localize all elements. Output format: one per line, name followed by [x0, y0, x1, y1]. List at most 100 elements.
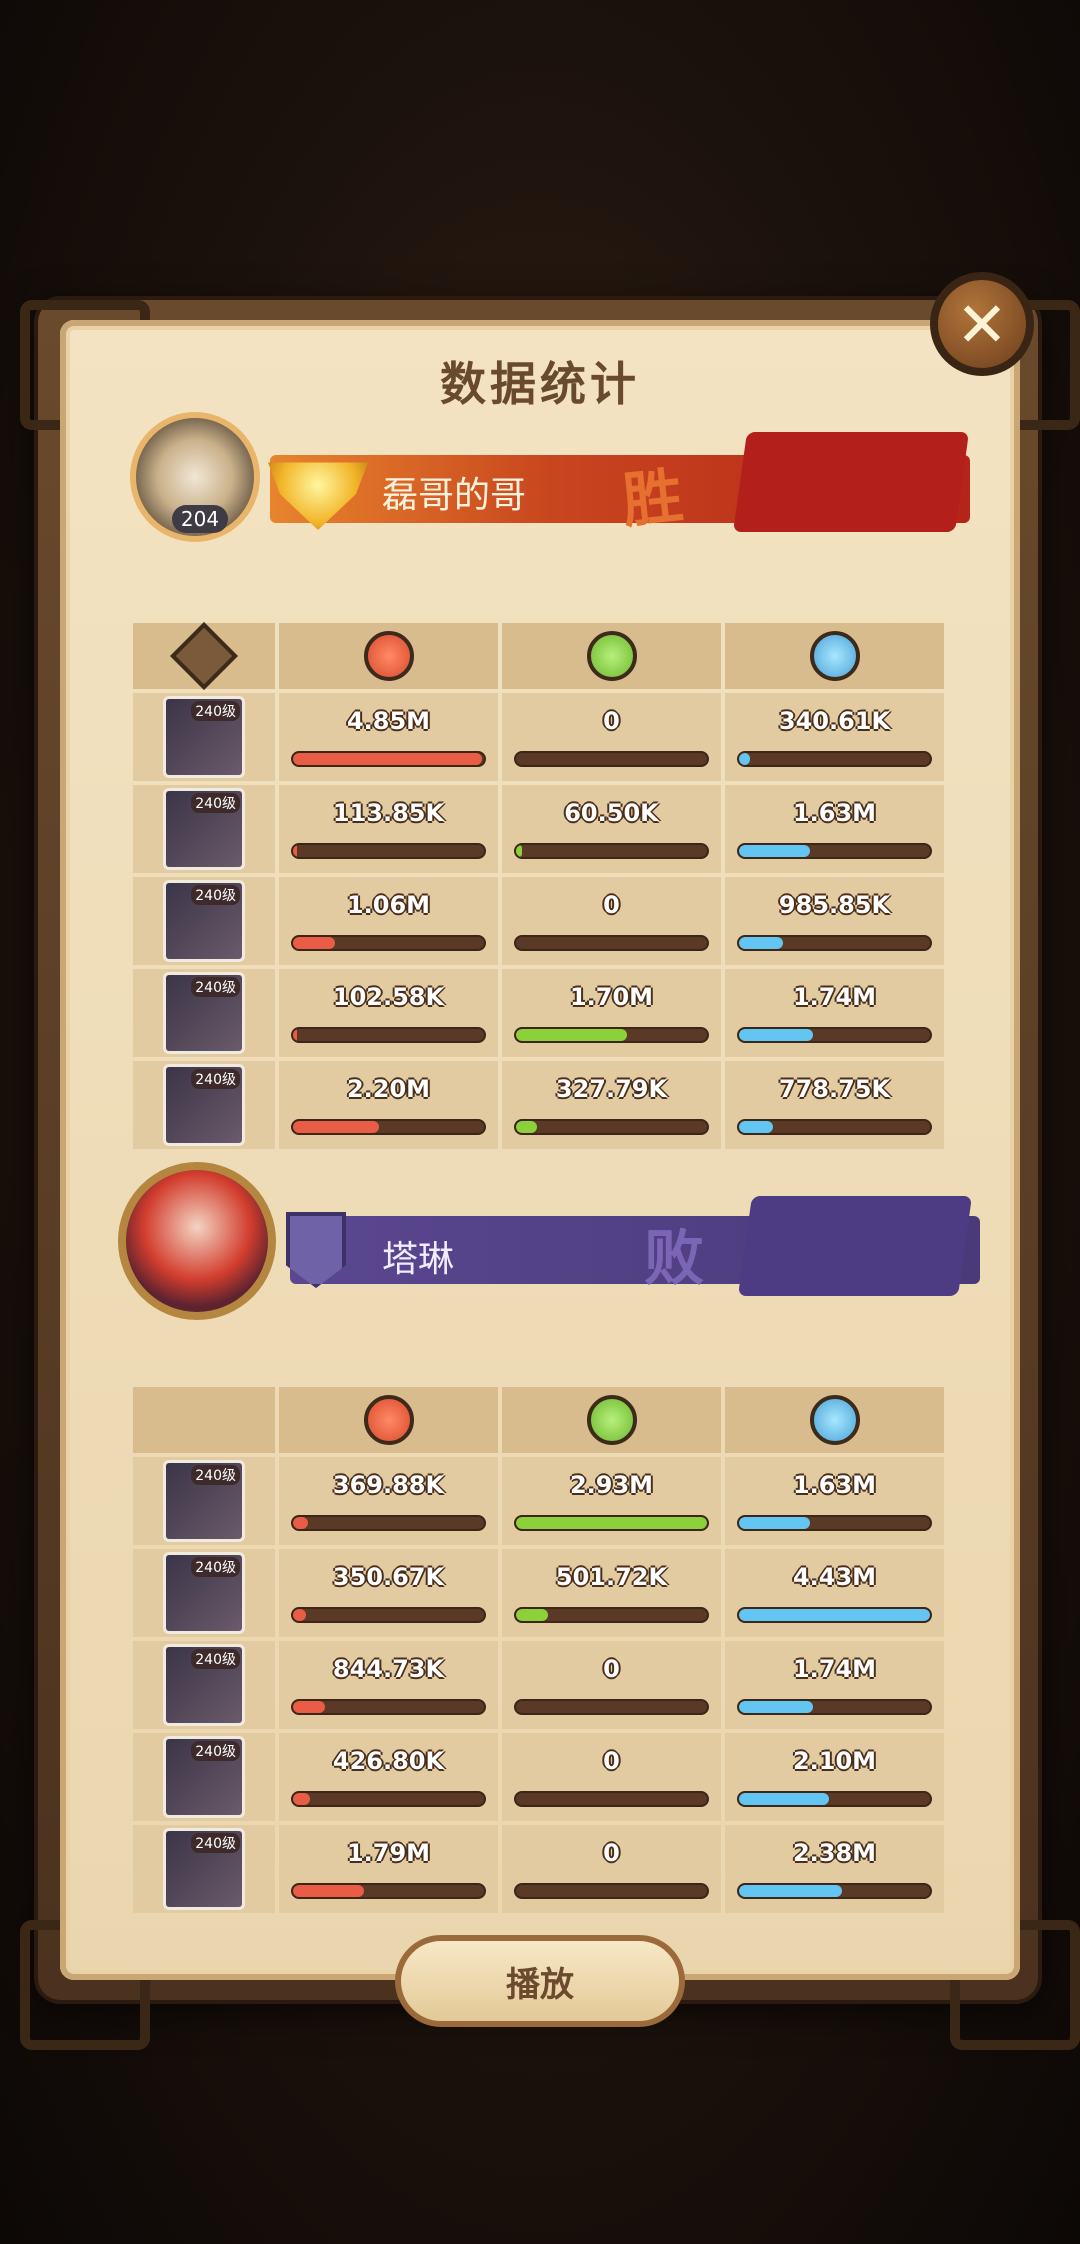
- table-row: 240级 1.79M 0 2.38M: [133, 1825, 948, 1913]
- lose-result: 败: [644, 1224, 704, 1294]
- win-result: 胜: [619, 461, 687, 537]
- damage-bar: [291, 1883, 486, 1899]
- damage-bar: [291, 1699, 486, 1715]
- table-row: 240级 4.85M 0 340.61K: [133, 693, 948, 781]
- table-row: 240级 350.67K 501.72K 4.43M: [133, 1549, 948, 1637]
- damage-bar-fill: [293, 845, 297, 857]
- defense-bar-fill: [739, 1609, 930, 1621]
- damage-value: 369.88K: [332, 1471, 445, 1499]
- damage-value: 2.20M: [346, 1075, 431, 1103]
- defense-bar: [737, 1119, 932, 1135]
- play-button[interactable]: 播放: [395, 1935, 685, 2027]
- table-header: [133, 622, 948, 690]
- table-row: 240级 113.85K 60.50K 1.63M: [133, 785, 948, 873]
- damage-bar-fill: [293, 753, 483, 765]
- table-header: [133, 1387, 948, 1453]
- player1-name: 磊哥的哥: [382, 475, 527, 516]
- heal-bar: [514, 1699, 709, 1715]
- heal-bar: [514, 751, 709, 767]
- table-row: 240级 369.88K 2.93M 1.63M: [133, 1457, 948, 1545]
- defense-bar-fill: [739, 1885, 843, 1897]
- defense-bar: [737, 935, 932, 951]
- defense-value: 4.43M: [792, 1563, 877, 1591]
- damage-bar-fill: [293, 1609, 307, 1621]
- defense-value: 340.61K: [778, 707, 891, 735]
- heal-icon: [586, 1395, 637, 1445]
- hero-portrait[interactable]: 240级: [163, 1828, 245, 1910]
- defense-bar-fill: [739, 1121, 774, 1133]
- heal-bar: [514, 1883, 709, 1899]
- damage-value: 1.79M: [346, 1839, 431, 1867]
- damage-bar: [291, 1607, 486, 1623]
- heal-value: 60.50K: [564, 799, 659, 827]
- damage-bar-fill: [293, 1701, 326, 1713]
- damage-bar-fill: [293, 1885, 364, 1897]
- hero-portrait[interactable]: 240级: [163, 1644, 245, 1726]
- heal-bar: [514, 1607, 709, 1623]
- defense-bar: [737, 1699, 932, 1715]
- table-row: 240级 102.58K 1.70M 1.74M: [133, 969, 948, 1057]
- hero-level: 240级: [191, 1557, 240, 1577]
- heal-bar: [514, 1119, 709, 1135]
- heal-bar: [514, 935, 709, 951]
- defense-value: 2.10M: [792, 1747, 877, 1775]
- defense-value: 1.63M: [792, 799, 877, 827]
- hero-portrait[interactable]: 240级: [163, 1460, 245, 1542]
- heal-value: 501.72K: [555, 1563, 668, 1591]
- hero-portrait[interactable]: 240级: [163, 696, 245, 778]
- damage-bar: [291, 1119, 486, 1135]
- hero-portrait[interactable]: 240级: [163, 972, 245, 1054]
- damage-value: 844.73K: [332, 1655, 445, 1683]
- player2-stats-table: 240级 369.88K 2.93M 1.63M 240级 350.67K 50…: [133, 1387, 948, 1913]
- close-button[interactable]: ✕: [930, 272, 1034, 376]
- heal-value: 2.93M: [569, 1471, 654, 1499]
- hero-level: 240级: [191, 1649, 240, 1669]
- damage-bar: [291, 935, 486, 951]
- page-title: 数据统计: [440, 357, 640, 411]
- damage-value: 1.06M: [346, 891, 431, 919]
- defense-icon: [809, 631, 860, 681]
- hero-portrait[interactable]: 240级: [163, 1064, 245, 1146]
- defense-bar-fill: [739, 1029, 814, 1041]
- document-icon: [170, 622, 238, 690]
- defense-icon: [809, 1395, 860, 1445]
- hero-portrait[interactable]: 240级: [163, 880, 245, 962]
- player2-avatar[interactable]: [118, 1162, 276, 1320]
- close-icon: ✕: [956, 287, 1008, 361]
- table-row: 240级 426.80K 0 2.10M: [133, 1733, 948, 1821]
- heal-bar-fill: [516, 1029, 627, 1041]
- heal-value: 0: [603, 707, 620, 735]
- heal-bar: [514, 1515, 709, 1531]
- defense-bar-fill: [739, 1793, 829, 1805]
- hero-level: 240级: [191, 1833, 240, 1853]
- defense-value: 2.38M: [792, 1839, 877, 1867]
- hero-portrait[interactable]: 240级: [163, 1552, 245, 1634]
- hero-portrait[interactable]: 240级: [163, 1736, 245, 1818]
- heal-bar-fill: [516, 1609, 549, 1621]
- hero-portrait[interactable]: 240级: [163, 788, 245, 870]
- heal-value: 327.79K: [555, 1075, 668, 1103]
- table-row: 240级 844.73K 0 1.74M: [133, 1641, 948, 1729]
- defense-bar-fill: [739, 1517, 810, 1529]
- defense-bar: [737, 1607, 932, 1623]
- damage-value: 113.85K: [332, 799, 445, 827]
- defense-value: 985.85K: [778, 891, 891, 919]
- defense-bar-fill: [739, 1701, 814, 1713]
- table-row: 240级 2.20M 327.79K 778.75K: [133, 1061, 948, 1149]
- player2-name: 塔琳: [382, 1239, 455, 1280]
- defense-bar: [737, 1027, 932, 1043]
- lose-banner-flag: [737, 1196, 973, 1296]
- defense-bar: [737, 751, 932, 767]
- damage-value: 102.58K: [332, 983, 445, 1011]
- defense-bar-fill: [739, 937, 783, 949]
- damage-value: 350.67K: [332, 1563, 445, 1591]
- hero-level: 240级: [191, 1069, 240, 1089]
- heal-value: 0: [603, 1747, 620, 1775]
- damage-value: 426.80K: [332, 1747, 445, 1775]
- damage-bar: [291, 1027, 486, 1043]
- damage-bar-fill: [293, 1121, 379, 1133]
- play-button-label: 播放: [506, 1964, 574, 2005]
- damage-bar-fill: [293, 1029, 297, 1041]
- heal-bar-fill: [516, 1517, 707, 1529]
- defense-value: 1.63M: [792, 1471, 877, 1499]
